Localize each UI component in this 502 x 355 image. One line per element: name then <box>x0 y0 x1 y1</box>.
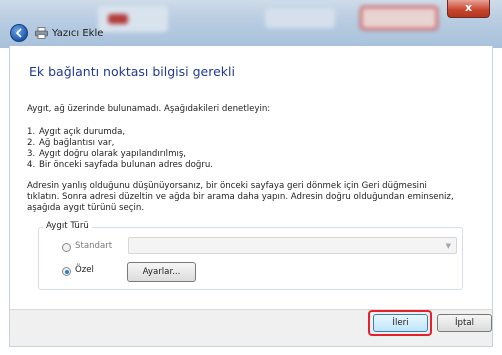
standard-radio[interactable] <box>62 243 71 252</box>
custom-radio-label[interactable]: Özel <box>75 265 94 275</box>
checklist-text: Ağ bağlantısı var, <box>39 138 115 148</box>
checklist-number: 3. <box>27 149 36 159</box>
checklist-number: 4. <box>27 160 36 170</box>
instructions-text: aşağıda aygıt türünü seçin. <box>27 203 145 213</box>
custom-radio[interactable] <box>62 267 71 276</box>
checklist-item: 3. Aygıt doğru olarak yapılandırılmış, <box>27 149 186 159</box>
close-button[interactable]: x <box>447 0 490 18</box>
checklist-text: Aygıt doğru olarak yapılandırılmış, <box>39 149 187 159</box>
standard-radio-label[interactable]: Standart <box>75 241 112 251</box>
arrow-left-icon <box>16 28 22 38</box>
checklist-number: 1. <box>27 127 36 137</box>
checklist-number: 2. <box>27 138 36 148</box>
standard-device-select[interactable]: ▼ <box>128 237 457 254</box>
instructions-text: tıklatın. Sonra adresi düzeltin ve ağda … <box>27 192 454 202</box>
intro-text: Aygıt, ağ üzerinde bulunamadı. Aşağıdaki… <box>27 104 271 114</box>
wizard-titlebar: Yazıcı Ekle <box>8 20 494 46</box>
page-title: Ek bağlantı noktası bilgisi gerekli <box>29 64 235 79</box>
back-button[interactable] <box>10 24 28 42</box>
device-type-group-label: Aygıt Türü <box>43 221 92 231</box>
cancel-button[interactable]: İptal <box>437 314 492 332</box>
checklist-item: 4. Bir önceki sayfada bulunan adres doğru… <box>27 160 213 170</box>
settings-button[interactable]: Ayarlar... <box>127 262 196 282</box>
instructions-text: Adresin yanlış olduğunu düşünüyorsanız, … <box>27 181 427 191</box>
chevron-down-icon: ▼ <box>445 242 451 250</box>
checklist-text: Aygıt açık durumda, <box>39 127 126 137</box>
checklist-item: 1. Aygıt açık durumda, <box>27 127 125 137</box>
next-button-highlight <box>368 310 432 336</box>
checklist-item: 2. Ağ bağlantısı var, <box>27 138 114 148</box>
window-title: Yazıcı Ekle <box>52 27 104 39</box>
checklist-text: Bir önceki sayfada bulunan adres doğru. <box>39 160 214 170</box>
printer-icon <box>34 26 48 40</box>
